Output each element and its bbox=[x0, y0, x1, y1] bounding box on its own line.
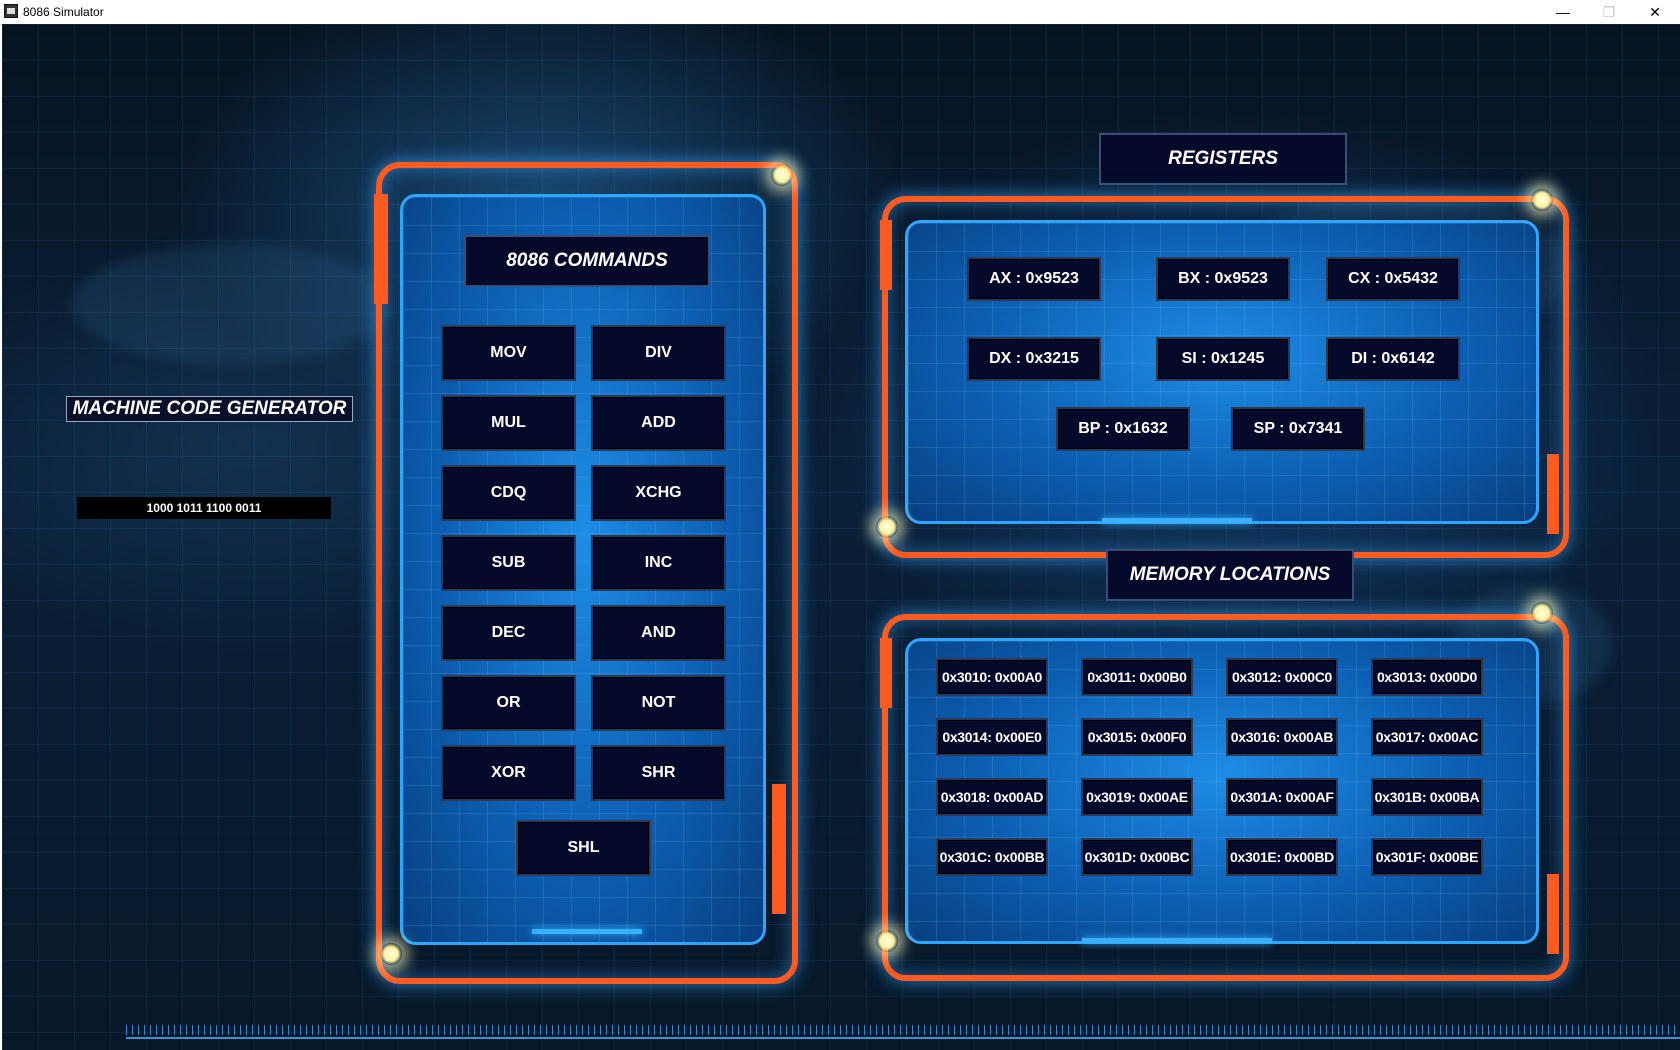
register-dx: DX : 0x3215 bbox=[967, 337, 1101, 381]
memory-cell: 0x3014: 0x00E0 bbox=[936, 718, 1048, 756]
memory-cell: 0x3012: 0x00C0 bbox=[1226, 658, 1338, 696]
command-button-or[interactable]: OR bbox=[441, 675, 576, 731]
register-ax: AX : 0x9523 bbox=[967, 257, 1101, 301]
glow-dot bbox=[1531, 602, 1553, 624]
memory-cell: 0x3010: 0x00A0 bbox=[936, 658, 1048, 696]
frame-accent bbox=[1547, 454, 1559, 534]
command-button-mov[interactable]: MOV bbox=[441, 325, 576, 381]
glow-dot bbox=[771, 164, 793, 186]
command-button-div[interactable]: DIV bbox=[591, 325, 726, 381]
command-button-dec[interactable]: DEC bbox=[441, 605, 576, 661]
memory-cell: 0x3011: 0x00B0 bbox=[1081, 658, 1193, 696]
frame-accent bbox=[1082, 938, 1272, 943]
memory-cell: 0x3019: 0x00AE bbox=[1081, 778, 1193, 816]
simulator-canvas: MACHINE CODE GENERATOR 1000 1011 1100 00… bbox=[2, 24, 1680, 1050]
memory-cell: 0x301C: 0x00BB bbox=[936, 838, 1048, 876]
command-button-inc[interactable]: INC bbox=[591, 535, 726, 591]
registers-title: REGISTERS bbox=[1099, 133, 1347, 185]
register-si: SI : 0x1245 bbox=[1156, 337, 1290, 381]
window-titlebar: 8086 Simulator — ❐ ✕ bbox=[0, 0, 1680, 25]
machine-code-output: 1000 1011 1100 0011 bbox=[77, 497, 331, 519]
command-button-mul[interactable]: MUL bbox=[441, 395, 576, 451]
register-cx: CX : 0x5432 bbox=[1326, 257, 1460, 301]
frame-accent bbox=[880, 638, 892, 708]
frame-accent bbox=[532, 929, 642, 934]
command-button-cdq[interactable]: CDQ bbox=[441, 465, 576, 521]
maximize-button[interactable]: ❐ bbox=[1586, 0, 1632, 24]
glow-dot bbox=[1531, 189, 1553, 211]
memory-cell: 0x301F: 0x00BE bbox=[1371, 838, 1483, 876]
command-button-shl[interactable]: SHL bbox=[516, 820, 651, 876]
decorative-ruler bbox=[126, 1025, 1680, 1039]
glow-dot bbox=[876, 516, 898, 538]
glow-dot bbox=[876, 930, 898, 952]
minimize-button[interactable]: — bbox=[1540, 0, 1586, 24]
memory-cell: 0x301A: 0x00AF bbox=[1226, 778, 1338, 816]
memory-cell: 0x301E: 0x00BD bbox=[1226, 838, 1338, 876]
command-button-xchg[interactable]: XCHG bbox=[591, 465, 726, 521]
machine-code-generator-title: MACHINE CODE GENERATOR bbox=[66, 396, 353, 422]
command-button-add[interactable]: ADD bbox=[591, 395, 726, 451]
memory-locations-title: MEMORY LOCATIONS bbox=[1106, 549, 1354, 601]
memory-cell: 0x3018: 0x00AD bbox=[936, 778, 1048, 816]
commands-title: 8086 COMMANDS bbox=[464, 235, 710, 287]
app-icon bbox=[4, 4, 18, 18]
memory-cell: 0x301B: 0x00BA bbox=[1371, 778, 1483, 816]
register-sp: SP : 0x7341 bbox=[1231, 407, 1365, 451]
frame-accent bbox=[880, 220, 892, 290]
command-button-sub[interactable]: SUB bbox=[441, 535, 576, 591]
command-button-xor[interactable]: XOR bbox=[441, 745, 576, 801]
frame-accent bbox=[374, 194, 388, 304]
register-bx: BX : 0x9523 bbox=[1156, 257, 1290, 301]
command-button-and[interactable]: AND bbox=[591, 605, 726, 661]
command-button-shr[interactable]: SHR bbox=[591, 745, 726, 801]
frame-accent bbox=[772, 784, 786, 914]
memory-cell: 0x3017: 0x00AC bbox=[1371, 718, 1483, 756]
window-title: 8086 Simulator bbox=[23, 5, 104, 19]
register-di: DI : 0x6142 bbox=[1326, 337, 1460, 381]
close-button[interactable]: ✕ bbox=[1632, 0, 1678, 24]
world-map-shape bbox=[72, 244, 392, 364]
glow-dot bbox=[380, 943, 402, 965]
frame-accent bbox=[1102, 518, 1252, 523]
memory-cell: 0x3016: 0x00AB bbox=[1226, 718, 1338, 756]
frame-accent bbox=[1547, 874, 1559, 954]
register-bp: BP : 0x1632 bbox=[1056, 407, 1190, 451]
memory-cell: 0x3013: 0x00D0 bbox=[1371, 658, 1483, 696]
memory-cell: 0x301D: 0x00BC bbox=[1081, 838, 1193, 876]
command-button-not[interactable]: NOT bbox=[591, 675, 726, 731]
memory-cell: 0x3015: 0x00F0 bbox=[1081, 718, 1193, 756]
